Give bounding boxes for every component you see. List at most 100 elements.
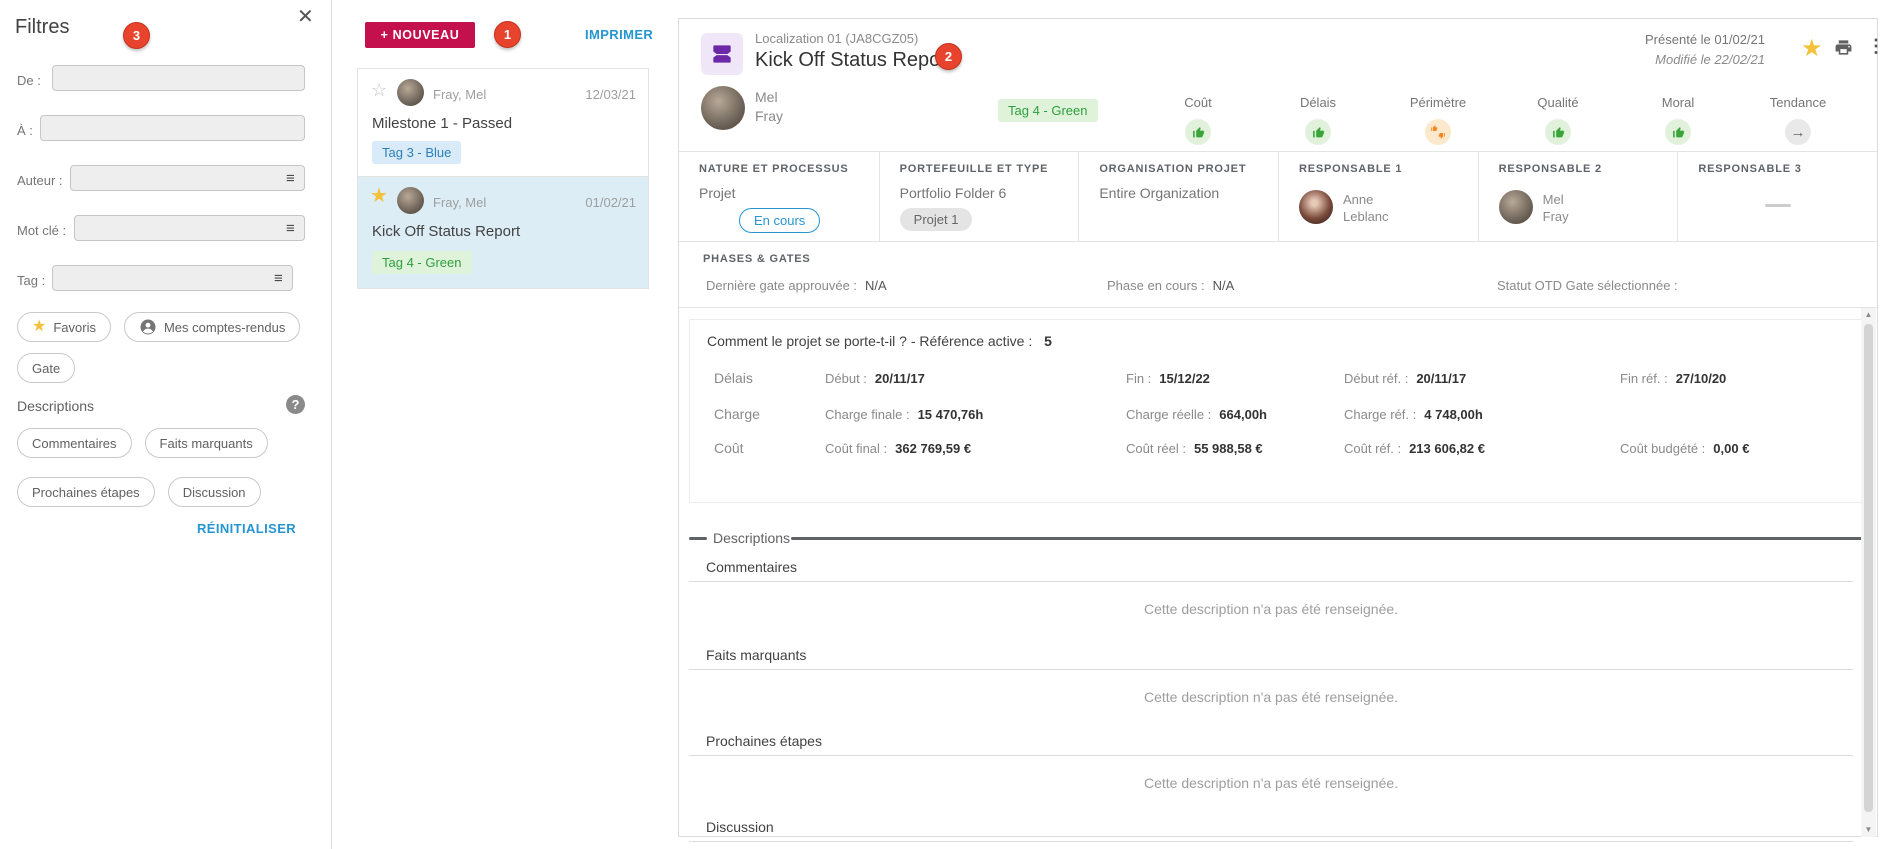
responsable2-first: Mel xyxy=(1543,192,1564,207)
health-question: Comment le projet se porte-t-il ? - Réfé… xyxy=(707,333,1032,349)
empty-value-dash xyxy=(1765,204,1791,207)
owner-last-name: Fray xyxy=(755,108,783,124)
status-en-cours-pill: En cours xyxy=(739,208,820,233)
indicator-tendance: Tendance → xyxy=(1738,95,1858,145)
project-code: Localization 01 (JA8CGZ05) xyxy=(755,31,918,46)
thumbs-up-icon xyxy=(1545,119,1571,145)
responsable1-first: Anne xyxy=(1343,192,1373,207)
my-reports-filter-chip[interactable]: Mes comptes-rendus xyxy=(124,312,300,342)
responsable1-last: Leblanc xyxy=(1343,209,1389,224)
thumbs-up-icon xyxy=(1305,119,1331,145)
favoris-filter-chip[interactable]: ★ Favoris xyxy=(17,312,111,342)
more-menu-icon[interactable]: ⋮ xyxy=(1867,36,1885,57)
filter-author-label: Auteur : xyxy=(17,173,63,188)
active-reference-value: 5 xyxy=(1044,333,1052,349)
report-date: 01/02/21 xyxy=(585,195,636,210)
card-responsable-1: RESPONSABLE 1 Anne Leblanc xyxy=(1278,152,1478,241)
commentaires-filter-chip[interactable]: Commentaires xyxy=(17,428,132,458)
responsable2-avatar xyxy=(1499,190,1533,224)
author-menu-icon[interactable]: ≡ xyxy=(286,171,295,186)
report-list-item-milestone1[interactable]: ☆ Fray, Mel 12/03/21 Milestone 1 - Passe… xyxy=(357,68,649,177)
organisation-value: Entire Organization xyxy=(1099,185,1264,201)
indicator-delais: Délais xyxy=(1258,95,1378,145)
indicator-moral: Moral xyxy=(1618,95,1738,145)
filter-from-input[interactable] xyxy=(52,65,305,91)
gate-filter-chip[interactable]: Gate xyxy=(17,353,75,383)
current-phase-value: N/A xyxy=(1213,278,1235,293)
star-filled-icon[interactable]: ★ xyxy=(370,188,388,204)
phases-gates-header: PHASES & GATES xyxy=(703,253,811,265)
prochaines-etapes-filter-chip[interactable]: Prochaines étapes xyxy=(17,477,155,507)
favoris-chip-label: Favoris xyxy=(53,320,96,335)
section-prochaines-etapes: Prochaines étapes xyxy=(706,733,822,749)
close-icon[interactable]: ✕ xyxy=(297,4,314,29)
scroll-down-icon[interactable]: ▼ xyxy=(1861,823,1876,837)
portfolio-value: Portfolio Folder 6 xyxy=(900,185,1065,201)
new-report-button[interactable]: + NOUVEAU xyxy=(365,22,475,48)
print-icon[interactable] xyxy=(1834,38,1853,60)
report-author: Fray, Mel xyxy=(433,87,486,102)
filter-tag-input[interactable] xyxy=(52,265,293,291)
card-responsable-3: RESPONSABLE 3 xyxy=(1677,152,1877,241)
commentaires-chip-label: Commentaires xyxy=(32,436,117,451)
row-label-delais: Délais xyxy=(714,370,753,386)
scrollbar-thumb[interactable] xyxy=(1864,324,1873,812)
phases-gates-section: PHASES & GATES Dernière gate approuvée :… xyxy=(679,242,1877,308)
modified-date: Modifié le 22/02/21 xyxy=(1655,52,1765,67)
separator-bar xyxy=(689,537,707,540)
section-divider xyxy=(689,581,1853,582)
section-divider xyxy=(689,669,1853,670)
report-date: 12/03/21 xyxy=(585,87,636,102)
card-organisation-projet: ORGANISATION PROJET Entire Organization xyxy=(1078,152,1278,241)
favorite-star-icon[interactable]: ★ xyxy=(1801,34,1823,63)
section-divider xyxy=(689,755,1853,756)
last-gate-label: Dernière gate approuvée : xyxy=(706,278,857,293)
help-icon[interactable]: ? xyxy=(286,395,305,414)
reset-filters-button[interactable]: RÉINITIALISER xyxy=(197,521,296,536)
gate-chip-label: Gate xyxy=(32,361,60,376)
faits-marquants-chip-label: Faits marquants xyxy=(160,436,253,451)
detail-scrollbar[interactable]: ▲ ▼ xyxy=(1861,308,1876,837)
report-tag-badge: Tag 3 - Blue xyxy=(372,141,461,164)
card-responsable-2: RESPONSABLE 2 Mel Fray xyxy=(1478,152,1678,241)
print-list-button[interactable]: IMPRIMER xyxy=(585,27,653,42)
filter-keyword-input[interactable] xyxy=(74,215,305,241)
otd-gate-label: Statut OTD Gate sélectionnée : xyxy=(1497,278,1678,293)
empty-description-text: Cette description n'a pas été renseignée… xyxy=(689,689,1853,705)
annotation-badge-1: 1 xyxy=(494,21,521,48)
scroll-up-icon[interactable]: ▲ xyxy=(1861,308,1876,322)
filter-tag-label: Tag : xyxy=(17,273,45,288)
thumbs-mixed-icon xyxy=(1425,119,1451,145)
health-metrics-box: Comment le projet se porte-t-il ? - Réfé… xyxy=(689,319,1863,503)
filter-to-label: À : xyxy=(17,123,33,138)
discussion-filter-chip[interactable]: Discussion xyxy=(168,477,261,507)
report-list-item-kickoff[interactable]: ★ Fray, Mel 01/02/21 Kick Off Status Rep… xyxy=(357,177,649,289)
tag-menu-icon[interactable]: ≡ xyxy=(274,271,283,286)
owner-avatar xyxy=(701,86,745,130)
last-gate-value: N/A xyxy=(865,278,887,293)
prochaines-etapes-chip-label: Prochaines étapes xyxy=(32,485,140,500)
my-reports-chip-label: Mes comptes-rendus xyxy=(164,320,285,335)
health-indicators: Coût Délais Périmètre Qualité Moral Tend… xyxy=(1138,95,1858,145)
filter-from-label: De : xyxy=(17,73,41,88)
report-detail-title: Kick Off Status Report xyxy=(755,49,953,72)
separator-bar xyxy=(791,537,1863,540)
star-outline-icon[interactable]: ☆ xyxy=(371,81,387,99)
project-type-pill: Projet 1 xyxy=(900,208,973,231)
report-title: Kick Off Status Report xyxy=(372,223,520,240)
card-nature-processus: NATURE ET PROCESSUS Projet En cours xyxy=(679,152,879,241)
info-cards-row: NATURE ET PROCESSUS Projet En cours PORT… xyxy=(679,151,1877,242)
thumbs-up-icon xyxy=(1185,119,1211,145)
faits-marquants-filter-chip[interactable]: Faits marquants xyxy=(145,428,268,458)
current-phase-label: Phase en cours : xyxy=(1107,278,1205,293)
presented-date: Présenté le 01/02/21 xyxy=(1645,32,1765,47)
thumbs-up-icon xyxy=(1665,119,1691,145)
filter-to-input[interactable] xyxy=(40,115,305,141)
section-faits-marquants: Faits marquants xyxy=(706,647,806,663)
discussion-chip-label: Discussion xyxy=(183,485,246,500)
filter-author-input[interactable] xyxy=(70,165,305,191)
filters-panel: Filtres 3 ✕ De : À : Auteur : ≡ Mot clé … xyxy=(0,0,332,849)
empty-description-text: Cette description n'a pas été renseignée… xyxy=(689,775,1853,791)
report-tag-badge: Tag 4 - Green xyxy=(372,251,472,274)
keyword-menu-icon[interactable]: ≡ xyxy=(286,221,295,236)
